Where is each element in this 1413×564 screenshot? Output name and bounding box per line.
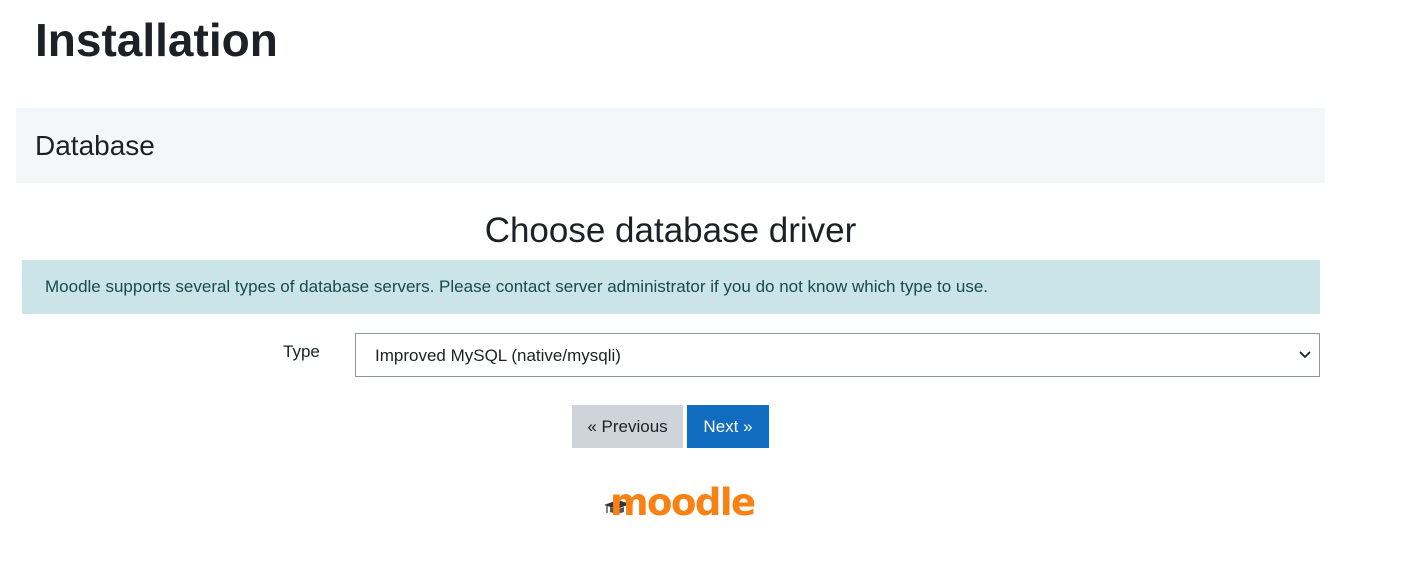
moodle-logo-text: moodle [610,481,756,524]
stage-heading: Database [35,130,155,161]
stage-header: Database [16,108,1325,183]
previous-button[interactable]: « Previous [572,405,683,448]
moodle-logo: moodle [604,482,756,528]
chevron-down-icon [1299,351,1311,358]
page-title: Installation [35,14,278,66]
info-alert-text: Moodle supports several types of databas… [45,277,989,296]
info-alert: Moodle supports several types of databas… [22,260,1320,314]
section-heading: Choose database driver [484,211,857,250]
database-type-select[interactable]: Improved MySQL (native/mysqli) [355,333,1320,377]
type-label: Type [283,342,320,361]
installation-page: Installation Database Choose database dr… [0,0,1413,564]
next-button[interactable]: Next » [687,405,769,448]
database-type-selected-value: Improved MySQL (native/mysqli) [375,346,621,365]
